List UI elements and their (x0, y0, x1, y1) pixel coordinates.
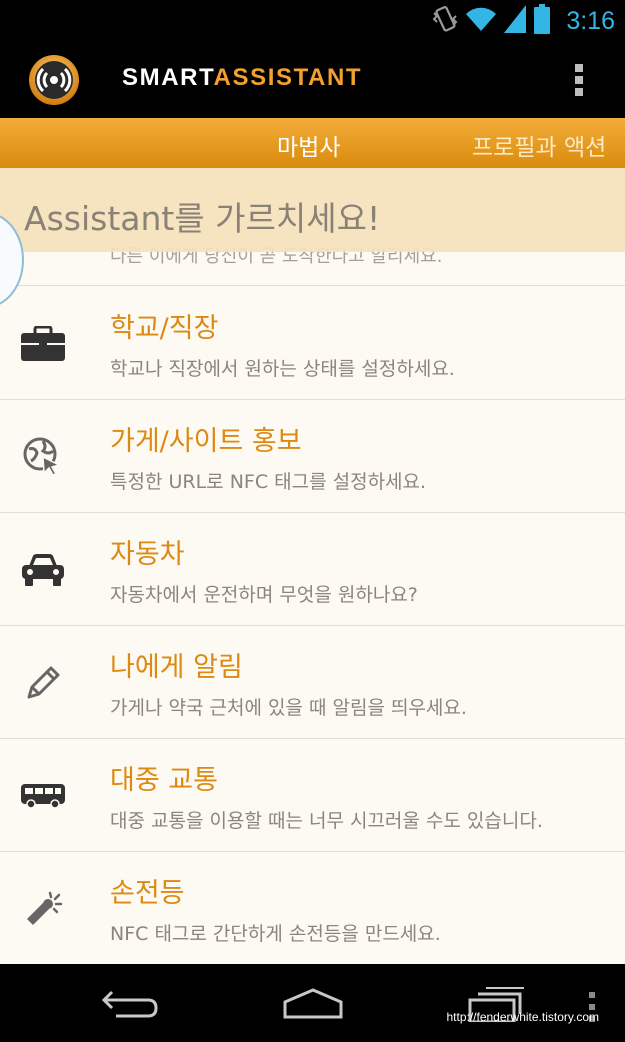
list-item-store-promo[interactable]: 가게/사이트 홍보 특정한 URL로 NFC 태그를 설정하세요. (0, 399, 625, 512)
vibrate-icon (432, 4, 458, 38)
teach-banner: Assistant를 가르치세요! (0, 168, 625, 252)
list-item-flashlight[interactable]: 손전등 NFC 태그로 간단하게 손전등을 만드세요. (0, 851, 625, 964)
list-item-public-transit[interactable]: 대중 교통 대중 교통을 이용할 때는 너무 시끄러울 수도 있습니다. (0, 738, 625, 851)
briefcase-icon (20, 324, 66, 364)
globe-cursor-icon (20, 437, 66, 477)
item-title: 가게/사이트 홍보 (110, 426, 302, 457)
navigation-bar: http://fenderwhite.tistory.com (0, 964, 625, 1042)
list-item-school-work[interactable]: 학교/직장 학교나 직장에서 원하는 상태를 설정하세요. (0, 286, 625, 399)
item-desc: 자동차에서 운전하며 무엇을 원하나요? (110, 584, 418, 606)
signal-icon (504, 5, 527, 37)
tab-wizard[interactable]: 마법사 (277, 128, 340, 162)
item-title: 자동차 (110, 539, 185, 570)
tab-bar: 마법사 프로필과 액션 (0, 118, 625, 168)
banner-text: Assistant를 가르치세요! (24, 199, 381, 238)
car-icon (20, 550, 66, 590)
item-desc: 가게나 약국 근처에 있을 때 알림을 띄우세요. (110, 697, 467, 719)
battery-icon (534, 4, 551, 38)
item-desc: 특정한 URL로 NFC 태그를 설정하세요. (110, 471, 427, 493)
list-item-remind-me[interactable]: 나에게 알림 가게나 약국 근처에 있을 때 알림을 띄우세요. (0, 625, 625, 738)
home-icon[interactable] (282, 982, 344, 1026)
watermark-url: http://fenderwhite.tistory.com (446, 1010, 599, 1024)
status-bar: 3:16 (0, 0, 625, 42)
status-clock: 3:16 (566, 6, 615, 35)
app-title: SMARTASSISTANT (122, 64, 362, 92)
pencil-icon (20, 663, 66, 703)
wifi-icon (466, 6, 497, 36)
flashlight-icon (20, 889, 66, 929)
item-title: 학교/직장 (110, 313, 219, 344)
list-item-car[interactable]: 자동차 자동차에서 운전하며 무엇을 원하나요? (0, 512, 625, 625)
back-icon[interactable] (100, 982, 160, 1026)
bus-icon (20, 776, 66, 816)
action-bar: SMARTASSISTANT (0, 42, 625, 118)
item-title: 손전등 (110, 878, 185, 909)
overflow-menu-icon[interactable] (563, 62, 595, 98)
status-icons: 3:16 (432, 4, 615, 38)
item-desc: 대중 교통을 이용할 때는 너무 시끄러울 수도 있습니다. (110, 810, 543, 832)
item-desc: NFC 태그로 간단하게 손전등을 만드세요. (110, 923, 441, 945)
app-title-accent: ASSISTANT (213, 64, 363, 91)
app-title-main: SMART (122, 64, 214, 91)
item-title: 나에게 알림 (110, 652, 243, 683)
nfc-logo-icon[interactable] (28, 54, 80, 106)
item-title: 대중 교통 (110, 765, 218, 796)
wizard-list: Assistant를 가르치세요! 다른 이에게 당신이 곧 도착한다고 알리세… (0, 168, 625, 964)
tab-profiles-actions[interactable]: 프로필과 액션 (472, 128, 606, 162)
item-desc: 학교나 직장에서 원하는 상태를 설정하세요. (110, 358, 455, 380)
